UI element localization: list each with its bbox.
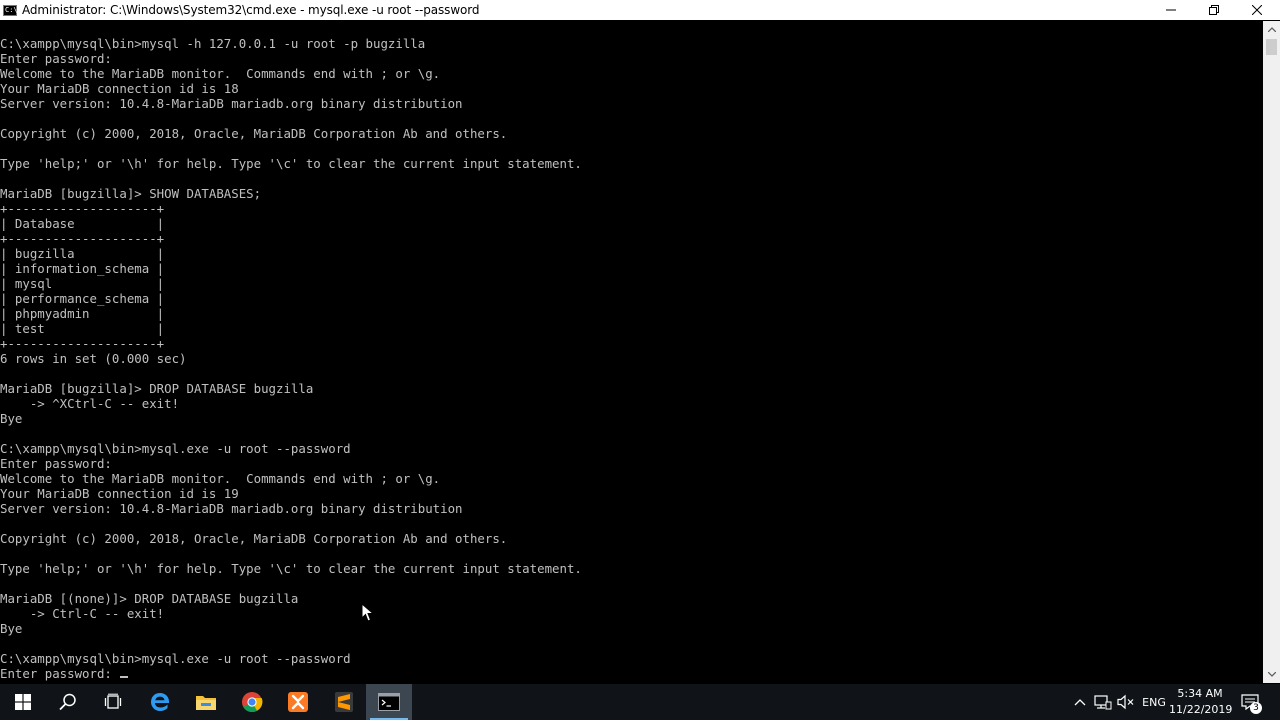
console-line: Type 'help;' or '\h' for help. Type '\c'…: [0, 561, 582, 576]
minimize-icon: [1166, 9, 1176, 11]
start-button[interactable]: [0, 684, 46, 720]
console-line: Bye: [0, 621, 23, 636]
cmd-icon: [378, 693, 400, 711]
console-line: Your MariaDB connection id is 19: [0, 486, 239, 501]
network-button[interactable]: [1093, 692, 1113, 712]
arrow-down-icon: [1267, 672, 1276, 677]
file-explorer-icon: [196, 696, 216, 710]
restore-icon: [1209, 5, 1219, 15]
console-line: +--------------------+: [0, 201, 165, 216]
clock-time: 5:34 AM: [1177, 687, 1223, 700]
vertical-scrollbar[interactable]: [1263, 21, 1280, 683]
clock[interactable]: 5:34 AM 11/22/2019: [1169, 686, 1233, 718]
console-line: -> Ctrl-C -- exit!: [0, 606, 165, 621]
scroll-down-button[interactable]: [1263, 666, 1280, 683]
console-line: | performance_schema |: [0, 291, 165, 306]
task-view-icon: [104, 693, 122, 709]
password-prompt: Enter password:: [0, 666, 120, 681]
console-line: | information_schema |: [0, 261, 165, 276]
taskbar: ENG 5:34 AM 11/22/2019 3: [0, 684, 1280, 720]
chrome-icon: [242, 692, 263, 713]
console-line: Copyright (c) 2000, 2018, Oracle, MariaD…: [0, 126, 508, 141]
console-line: MariaDB [(none)]> DROP DATABASE bugzilla: [0, 591, 299, 606]
console-line: | Database |: [0, 216, 165, 231]
mouse-pointer-icon: [361, 603, 375, 622]
console-output: C:\xampp\mysql\bin>mysql -h 127.0.0.1 -u…: [0, 36, 582, 681]
console-line: Server version: 10.4.8-MariaDB mariadb.o…: [0, 501, 463, 516]
console-line: Bye: [0, 411, 23, 426]
file-explorer-app-button[interactable]: [183, 684, 229, 720]
search-icon: [59, 693, 76, 711]
console-line: | bugzilla |: [0, 246, 165, 261]
sublime-text-app-button[interactable]: [321, 684, 367, 720]
console-line: Your MariaDB connection id is 18: [0, 81, 239, 96]
start-icon: [15, 694, 31, 710]
chrome-app-button[interactable]: [229, 684, 275, 720]
cmd-window-icon[interactable]: C:\: [3, 4, 18, 16]
sublime-text-icon: [335, 692, 353, 712]
console-area[interactable]: C:\xampp\mysql\bin>mysql -h 127.0.0.1 -u…: [0, 21, 1262, 683]
edge-app-button[interactable]: [137, 684, 183, 720]
console-line: -> ^XCtrl-C -- exit!: [0, 396, 180, 411]
console-line: C:\xampp\mysql\bin>mysql.exe -u root --p…: [0, 651, 351, 666]
cmd-app-button[interactable]: [366, 684, 412, 720]
console-line: | mysql |: [0, 276, 165, 291]
text-cursor: [120, 676, 129, 678]
input-language-indicator[interactable]: ENG: [1139, 684, 1169, 720]
notification-count-badge: 3: [1250, 702, 1262, 714]
console-line: C:\xampp\mysql\bin>mysql -h 127.0.0.1 -u…: [0, 36, 426, 51]
console-line: Enter password:: [0, 456, 112, 471]
network-icon: [1094, 695, 1112, 710]
scroll-thumb[interactable]: [1266, 39, 1277, 55]
restore-button[interactable]: [1191, 0, 1237, 20]
console-line: Welcome to the MariaDB monitor. Commands…: [0, 66, 441, 81]
console-line: | phpmyadmin |: [0, 306, 165, 321]
edge-icon: [151, 693, 169, 711]
task-view-button[interactable]: [90, 684, 136, 720]
scroll-up-button[interactable]: [1263, 21, 1280, 38]
xampp-icon: [288, 692, 308, 712]
console-line: MariaDB [bugzilla]> SHOW DATABASES;: [0, 186, 262, 201]
console-line: Enter password:: [0, 51, 112, 66]
console-line: MariaDB [bugzilla]> DROP DATABASE bugzil…: [0, 381, 314, 396]
close-button[interactable]: [1234, 0, 1280, 20]
console-line: +--------------------+: [0, 231, 165, 246]
minimize-button[interactable]: [1148, 0, 1194, 20]
console-line: C:\xampp\mysql\bin>mysql.exe -u root --p…: [0, 441, 351, 456]
close-icon: [1252, 5, 1262, 15]
console-line: Type 'help;' or '\h' for help. Type '\c'…: [0, 156, 582, 171]
chevron-up-icon: [1074, 699, 1086, 706]
console-line: Server version: 10.4.8-MariaDB mariadb.o…: [0, 96, 463, 111]
xampp-app-button[interactable]: [275, 684, 321, 720]
title-bar[interactable]: C:\ Administrator: C:\Windows\System32\c…: [0, 0, 1280, 20]
volume-button[interactable]: [1116, 692, 1136, 712]
show-hidden-icons-button[interactable]: [1070, 692, 1090, 712]
volume-muted-icon: [1117, 694, 1134, 710]
search-button[interactable]: [45, 684, 91, 720]
arrow-up-icon: [1267, 27, 1276, 32]
console-line: Copyright (c) 2000, 2018, Oracle, MariaD…: [0, 531, 508, 546]
window-title: Administrator: C:\Windows\System32\cmd.e…: [22, 3, 480, 17]
console-line: Welcome to the MariaDB monitor. Commands…: [0, 471, 441, 486]
clock-date: 11/22/2019: [1169, 703, 1233, 716]
console-line: 6 rows in set (0.000 sec): [0, 351, 187, 366]
console-line: | test |: [0, 321, 165, 336]
console-prompt-line[interactable]: Enter password:: [0, 666, 582, 681]
console-line: +--------------------+: [0, 336, 165, 351]
